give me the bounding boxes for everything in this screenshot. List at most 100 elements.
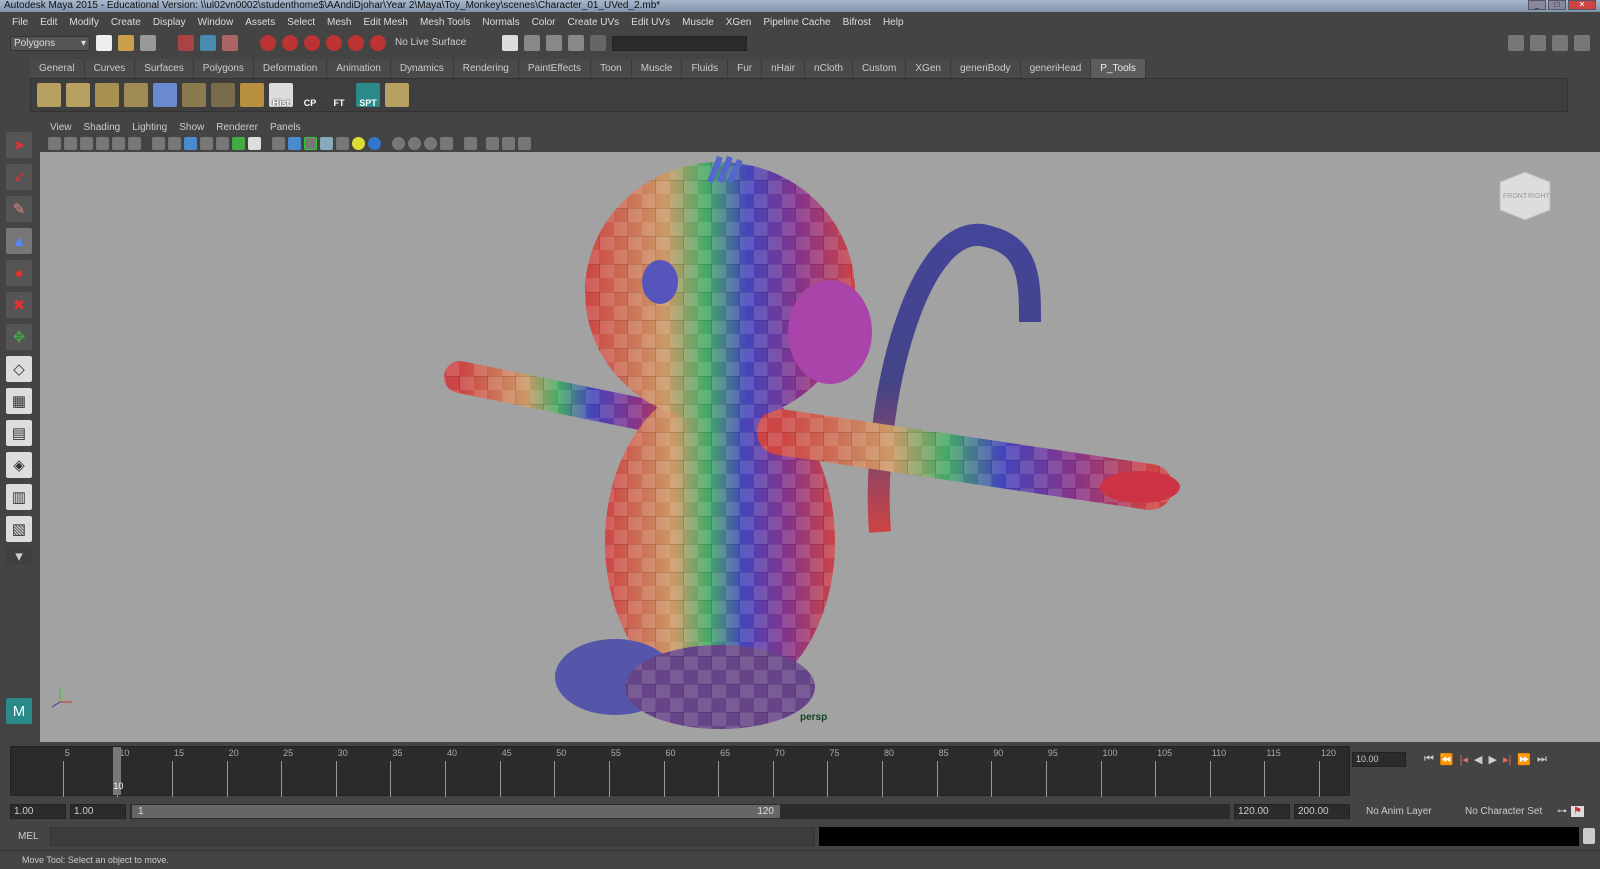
shelf-tab-nhair[interactable]: nHair xyxy=(762,59,806,78)
smooth-shade-icon[interactable] xyxy=(288,137,301,150)
outliner-layout-icon[interactable]: ▤ xyxy=(6,420,32,446)
minimize-button[interactable]: _ xyxy=(1528,0,1546,10)
xray-joints-icon[interactable] xyxy=(408,137,421,150)
input-line-field[interactable] xyxy=(612,35,747,51)
shelf-tab-toon[interactable]: Toon xyxy=(591,59,632,78)
shelf-tab-polygons[interactable]: Polygons xyxy=(193,59,254,78)
single-perspective-layout-icon[interactable]: ◇ xyxy=(6,356,32,382)
play-forward-icon[interactable]: ▶ xyxy=(1488,753,1496,766)
select-hierarchy-icon[interactable] xyxy=(178,35,194,51)
gate-mask-icon[interactable] xyxy=(200,137,213,150)
select-object-icon[interactable] xyxy=(200,35,216,51)
cube-icon[interactable] xyxy=(486,137,499,150)
menu-create[interactable]: Create xyxy=(105,17,147,28)
camera-select-icon[interactable] xyxy=(48,137,61,150)
viewport-menu-renderer[interactable]: Renderer xyxy=(210,121,264,135)
shelf-tab-ncloth[interactable]: nCloth xyxy=(805,59,853,78)
snap-point-icon[interactable] xyxy=(304,35,320,51)
menu-edit[interactable]: Edit xyxy=(34,17,63,28)
menu-mesh-tools[interactable]: Mesh Tools xyxy=(414,17,476,28)
shelf-tab-generibody[interactable]: generiBody xyxy=(950,59,1021,78)
motion-blur-icon[interactable] xyxy=(440,137,453,150)
shadows-icon[interactable] xyxy=(352,137,365,150)
menu-select[interactable]: Select xyxy=(281,17,321,28)
menu-create-uvs[interactable]: Create UVs xyxy=(561,17,625,28)
camera-sequencer-icon[interactable] xyxy=(502,137,515,150)
menu-normals[interactable]: Normals xyxy=(476,17,525,28)
snap-view-icon[interactable] xyxy=(326,35,342,51)
uv-grid-icon[interactable] xyxy=(240,83,264,107)
move-tool-icon[interactable]: ▲ xyxy=(6,228,32,254)
viewport-menu-shading[interactable]: Shading xyxy=(78,121,127,135)
image-plane-icon[interactable] xyxy=(96,137,109,150)
menu-assets[interactable]: Assets xyxy=(239,17,281,28)
input-line-icon[interactable] xyxy=(590,35,606,51)
menu-set-select[interactable]: Polygons xyxy=(10,35,90,51)
menu-bifrost[interactable]: Bifrost xyxy=(837,17,877,28)
tool-settings-icon[interactable] xyxy=(1552,35,1568,51)
save-scene-icon[interactable] xyxy=(140,35,156,51)
lights-icon[interactable] xyxy=(336,137,349,150)
safe-action-icon[interactable] xyxy=(232,137,245,150)
preferences-icon[interactable]: ⚑ xyxy=(1571,805,1584,817)
uv-unfold-icon[interactable] xyxy=(211,83,235,107)
perspective-viewport[interactable]: FRONT RIGHT persp xyxy=(40,152,1600,742)
end-time-field[interactable]: 200.00 xyxy=(1294,803,1350,819)
shelf-tab-xgen[interactable]: XGen xyxy=(906,59,951,78)
character-set-select[interactable]: No Character Set xyxy=(1453,806,1553,817)
maximize-button[interactable]: □ xyxy=(1548,0,1566,10)
bookmark-icon[interactable] xyxy=(80,137,93,150)
snap-grid-icon[interactable] xyxy=(260,35,276,51)
open-scene-icon[interactable] xyxy=(118,35,134,51)
grease-pencil-icon[interactable] xyxy=(112,137,125,150)
shelf-tab-custom[interactable]: Custom xyxy=(852,59,907,78)
viewport-menu-lighting[interactable]: Lighting xyxy=(126,121,173,135)
monkey-model[interactable]: FRONT RIGHT xyxy=(40,152,1600,742)
menu-help[interactable]: Help xyxy=(877,17,910,28)
manipulator-icon[interactable]: ✥ xyxy=(6,324,32,350)
camera-attributes-icon[interactable] xyxy=(64,137,77,150)
range-slider[interactable]: 1 120 xyxy=(130,803,1230,819)
cp-button[interactable]: CP xyxy=(298,83,322,108)
rotate-tool-icon[interactable]: ● xyxy=(6,260,32,286)
menu-display[interactable]: Display xyxy=(147,17,192,28)
step-back-frame-icon[interactable]: |◂ xyxy=(1460,753,1468,766)
four-view-layout-icon[interactable]: ▦ xyxy=(6,388,32,414)
uv-tool-icon[interactable] xyxy=(37,83,61,107)
current-frame-marker[interactable]: 10 xyxy=(113,747,123,795)
menu-muscle[interactable]: Muscle xyxy=(676,17,720,28)
ao-icon[interactable] xyxy=(368,137,381,150)
modeling-toolkit-icon[interactable] xyxy=(1508,35,1524,51)
script-editor-icon[interactable] xyxy=(1583,828,1595,844)
film-gate-icon[interactable] xyxy=(168,137,181,150)
current-time-field[interactable]: 10.00 xyxy=(1352,752,1406,767)
ipr-render-icon[interactable] xyxy=(546,35,562,51)
hist-button[interactable]: Hist xyxy=(269,83,293,108)
layout-menu-icon[interactable]: ▾ xyxy=(6,548,32,565)
shelf-tab-rendering[interactable]: Rendering xyxy=(453,59,519,78)
shelf-tab-surfaces[interactable]: Surfaces xyxy=(135,59,194,78)
xray-active-icon[interactable] xyxy=(424,137,437,150)
graph-layout-icon[interactable]: ◈ xyxy=(6,452,32,478)
auto-key-icon[interactable]: ⊶ xyxy=(1557,806,1567,817)
xray-icon[interactable] xyxy=(392,137,405,150)
go-to-end-icon[interactable]: ⏭ xyxy=(1537,753,1547,766)
shelf-tab-p_tools[interactable]: P_Tools xyxy=(1091,59,1146,78)
close-button[interactable]: ✕ xyxy=(1568,0,1596,10)
shelf-tab-muscle[interactable]: Muscle xyxy=(631,59,683,78)
range-slider-handle[interactable]: 1 120 xyxy=(132,804,780,818)
render-settings-icon[interactable] xyxy=(568,35,584,51)
paint-select-icon[interactable]: ✎ xyxy=(6,196,32,222)
view-cube[interactable]: FRONT RIGHT xyxy=(1499,171,1551,221)
shelf-tab-general[interactable]: General xyxy=(30,59,85,78)
command-input[interactable] xyxy=(50,826,815,846)
playback-end-field[interactable]: 120.00 xyxy=(1234,803,1290,819)
wireframe-icon[interactable] xyxy=(272,137,285,150)
go-to-start-icon[interactable]: ⏮ xyxy=(1424,753,1434,766)
safe-title-icon[interactable] xyxy=(248,137,261,150)
share-icon[interactable] xyxy=(518,137,531,150)
step-forward-key-icon[interactable]: ⏩ xyxy=(1517,753,1531,766)
menu-xgen[interactable]: XGen xyxy=(720,17,758,28)
menu-edit-mesh[interactable]: Edit Mesh xyxy=(357,17,413,28)
lasso-tool-icon[interactable]: ➶ xyxy=(6,164,32,190)
